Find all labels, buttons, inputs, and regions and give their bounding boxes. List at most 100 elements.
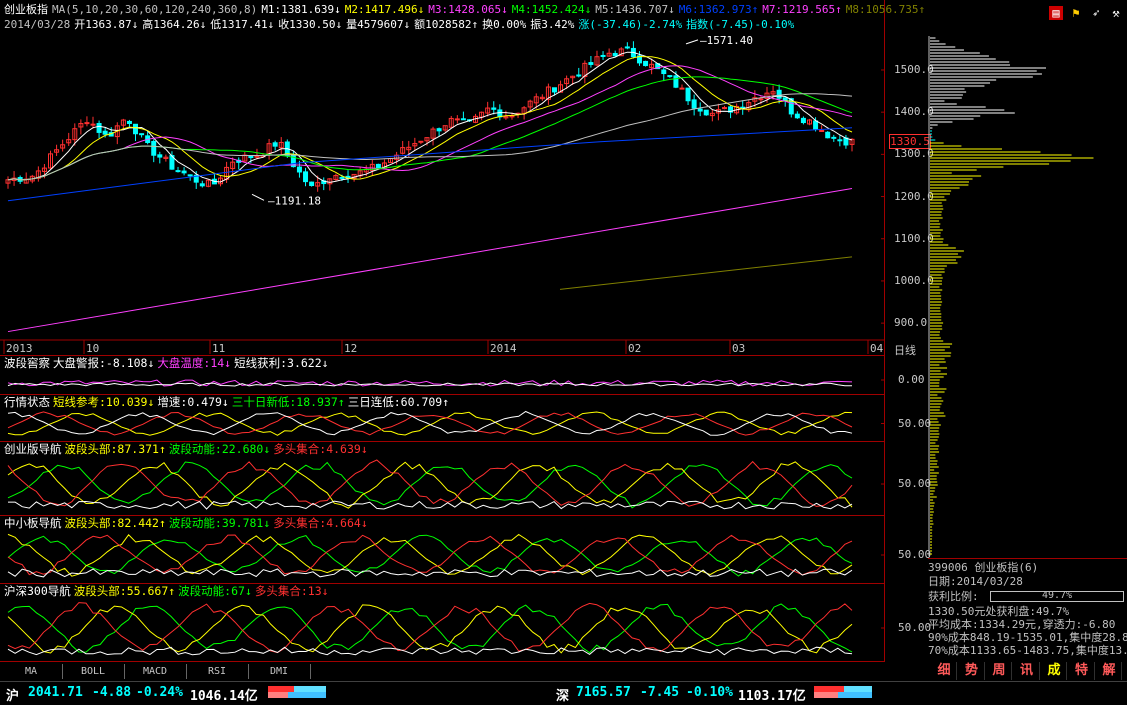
candle	[309, 181, 315, 187]
candle	[54, 144, 60, 156]
ohlc-value-3: 收1330.50↓	[278, 18, 343, 31]
candlesticks	[5, 41, 855, 192]
candle	[303, 167, 309, 187]
candle	[831, 134, 837, 142]
candle	[436, 127, 442, 137]
candle	[539, 94, 545, 101]
sh-label: 沪	[6, 689, 20, 704]
side-tab-5[interactable]: 特	[1070, 662, 1095, 680]
x-axis-label: 10	[86, 342, 100, 355]
candle	[327, 178, 333, 191]
price-chart-svg[interactable]: —1571.40 —1191.18	[0, 0, 885, 662]
candle	[345, 170, 351, 183]
sh-index: 2041.71	[28, 685, 83, 700]
candle	[66, 132, 72, 146]
candle	[96, 120, 102, 139]
chip-distribution-panel[interactable]: ▤ ⚑ ➶ ⚒ 399006 创业板指(6) 日期:2014/03/28 获利比例: …	[928, 0, 1127, 680]
ma-line-60	[7, 93, 853, 181]
panel-lines-0	[7, 379, 853, 387]
candle	[721, 105, 727, 110]
panel-header-4: 沪深300导航 波段头部:55.667↑ 波段动能:67↓ 多头集合:13↓	[4, 584, 332, 598]
chip-code-line: 399006 创业板指(6)	[928, 561, 1039, 574]
panel-value: 多头集合:4.664↓	[273, 516, 368, 530]
status-bar: 沪 2041.71 -4.88 -0.24% 1046.14亿 深 7165.5…	[0, 681, 1127, 705]
side-tab-6[interactable]: 解	[1097, 662, 1122, 680]
tools-icon[interactable]: ⚒	[1109, 6, 1123, 20]
side-tab-3[interactable]: 讯	[1015, 662, 1040, 680]
candle	[418, 140, 424, 145]
ma-value-5: M5:1436.707↓	[595, 3, 675, 16]
side-tab-2[interactable]: 周	[987, 662, 1012, 680]
indicator-tab-rsi[interactable]: RSI	[186, 664, 249, 679]
indicator-tab-dmi[interactable]: DMI	[248, 664, 311, 679]
panel-title: 中小板导航	[4, 516, 62, 530]
period-label[interactable]: 日线	[894, 342, 916, 358]
side-tabs: 细势周讯成特解	[928, 662, 1127, 680]
sh-volume: 1046.14亿	[190, 689, 258, 704]
panel-value: 三十日新低:18.937↑	[231, 395, 345, 409]
candle	[175, 166, 181, 173]
candle	[114, 122, 120, 145]
candle	[825, 131, 831, 139]
panel-tick-label: 50.00	[898, 416, 932, 430]
main-chart-area[interactable]: —1571.40 —1191.18 创业板指 MA(5,10,20,30,60,12…	[0, 0, 925, 662]
panel-header-2: 创业版导航 波段头部:87.371↑ 波段动能:22.680↓ 多头集合:4.639↓	[4, 442, 371, 456]
sh-breadth-bar	[268, 686, 326, 698]
candle	[5, 176, 11, 189]
candle	[266, 138, 272, 160]
panel-header-3: 中小板导航 波段头部:82.442↑ 波段动能:39.781↓ 多头集合:4.664↓	[4, 516, 371, 530]
candle	[685, 87, 691, 106]
chip-info-line: 90%成本848.19-1535.01,集中度28.8	[928, 631, 1127, 644]
profit-ratio-bar: 49.7%	[990, 590, 1124, 602]
ma-value-2: M2:1417.496↓	[344, 3, 425, 16]
chip-distribution-chart	[928, 36, 1094, 556]
candle	[679, 84, 685, 90]
candle	[612, 50, 618, 57]
flag-icon[interactable]: ⚑	[1069, 6, 1083, 20]
indicator-tab-bar: MA BOLL MACD RSI DMI	[0, 664, 885, 680]
panel-value: 波段动能:22.680↓	[168, 442, 271, 456]
side-tab-0[interactable]: 细	[932, 662, 957, 680]
candle	[849, 138, 855, 152]
indicator-tab-boll[interactable]: BOLL	[62, 664, 125, 679]
ohlc-value-4: 量4579607↓	[346, 18, 411, 31]
price-axis	[886, 0, 928, 662]
candle	[588, 55, 594, 68]
candle	[23, 172, 29, 184]
low-marker-line	[251, 193, 265, 201]
side-tab-1[interactable]: 势	[960, 662, 985, 680]
candle	[806, 118, 812, 126]
side-tab-4[interactable]: 成	[1042, 662, 1067, 680]
candle	[703, 109, 709, 116]
indicator-tab-macd[interactable]: MACD	[124, 664, 187, 679]
profit-ratio-label: 获利比例:	[928, 590, 979, 603]
candle	[582, 60, 588, 84]
candle	[78, 119, 84, 135]
page-icon[interactable]: ▤	[1049, 6, 1063, 20]
ma-line-10	[7, 55, 853, 181]
chip-info: 399006 创业板指(6) 日期:2014/03/28 获利比例: 49.7%…	[928, 558, 1127, 663]
ma-info-line: 创业板指 MA(5,10,20,30,60,120,240,360,8) M1:13…	[4, 3, 933, 17]
arrow-tool-icon[interactable]: ➶	[1089, 6, 1103, 20]
panel-tick-label: 50.00	[898, 477, 932, 490]
candle	[126, 119, 132, 128]
ma-params: MA(5,10,20,30,60,120,240,360,8)	[52, 3, 258, 16]
chip-info-line: 1330.50元处获利盘:49.7%	[928, 605, 1070, 618]
ohlc-value-8: 涨(-37.46)-2.74%	[578, 18, 683, 31]
high-marker-label: —1571.40	[700, 34, 753, 47]
indicator-tab-ma[interactable]: MA	[0, 664, 63, 679]
candle	[139, 133, 145, 138]
ma-value-4: M4:1452.424↓	[511, 3, 592, 16]
candle	[576, 67, 582, 78]
panel-header-1: 行情状态 短线参考:10.039↓ 增速:0.479↓ 三十日新低:18.937↑ 三日…	[4, 395, 452, 409]
panel-value: 三日连低:60.709↑	[347, 395, 450, 409]
chip-date-line: 日期:2014/03/28	[928, 575, 1023, 588]
sh-change: -4.88	[92, 685, 132, 700]
panel-value: 波段头部:82.442↑	[64, 516, 166, 530]
candle	[667, 75, 673, 78]
candle	[485, 101, 491, 117]
candle	[491, 101, 497, 115]
panel-value: 大盘警报:-8.108↓	[53, 356, 155, 370]
toolbar-icons: ▤ ⚑ ➶ ⚒	[1043, 6, 1123, 22]
instrument-title: 创业板指	[4, 3, 48, 16]
